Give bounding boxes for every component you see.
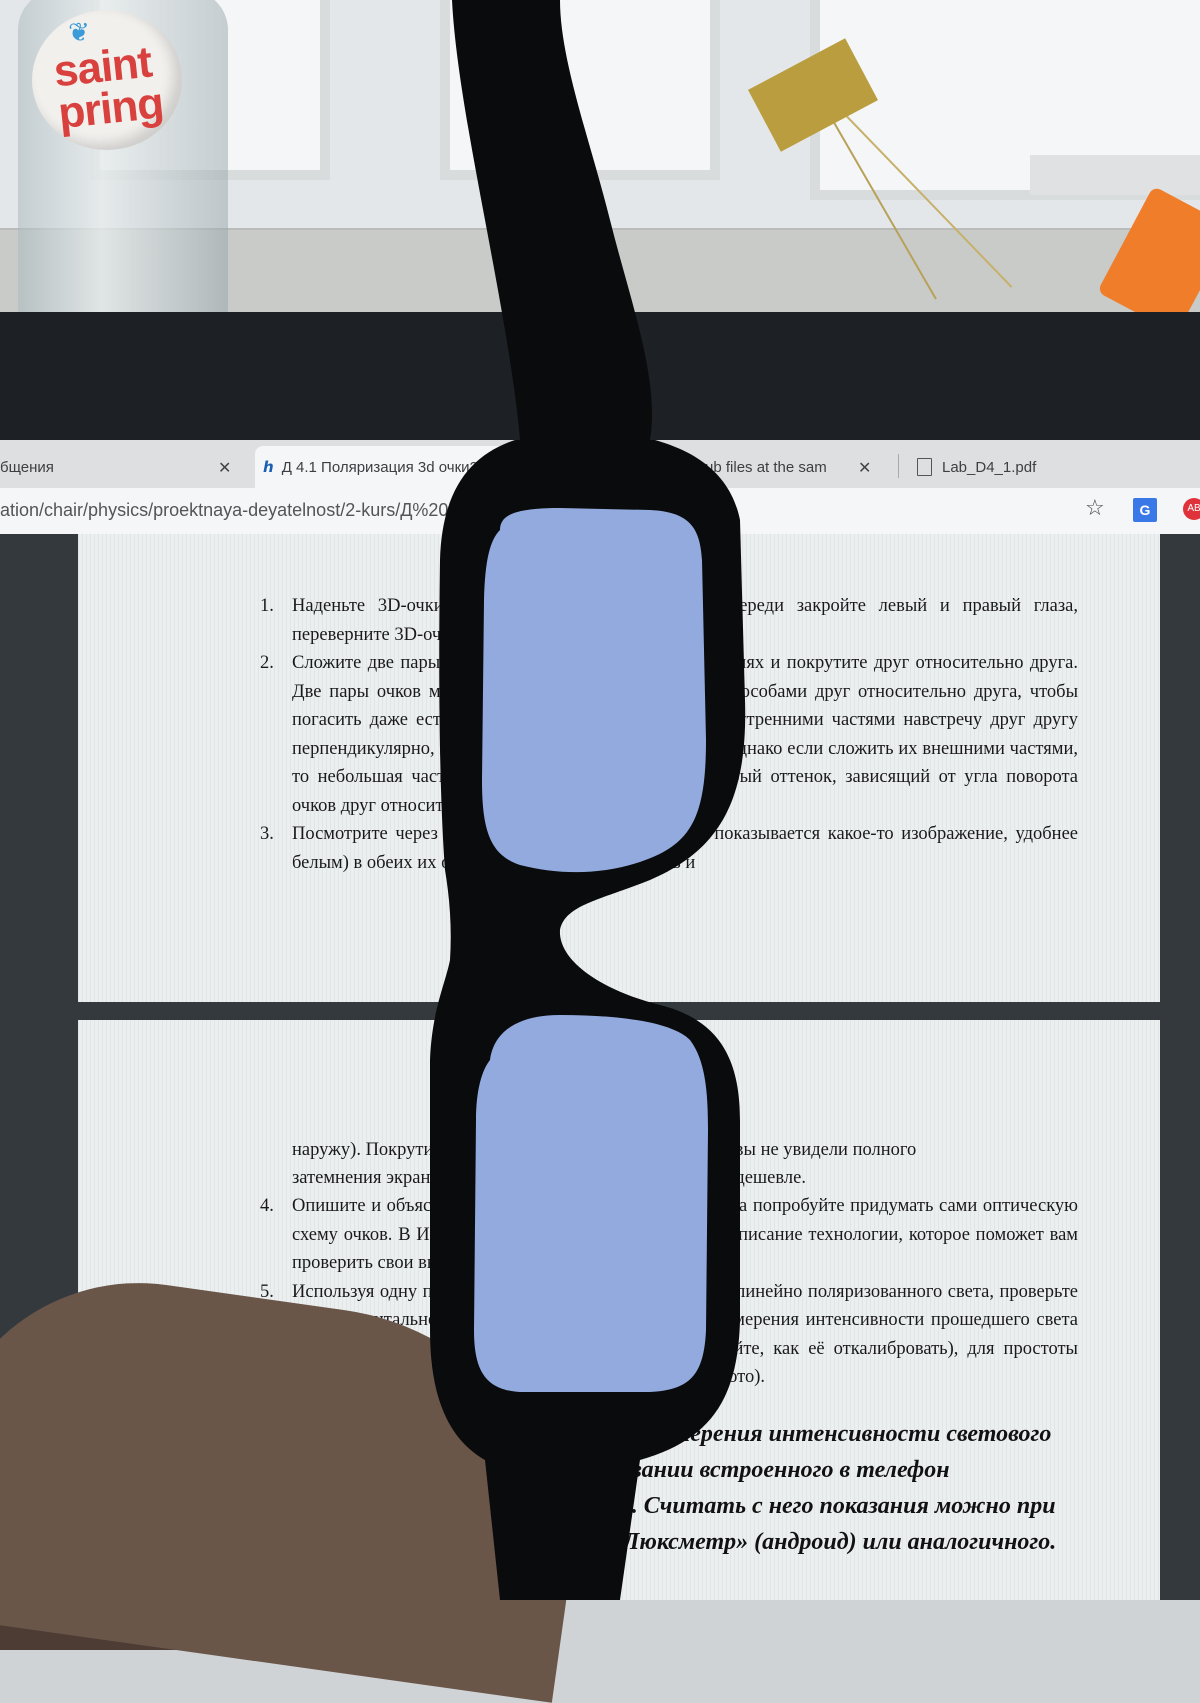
pdf-page: Задание 1. Наденьте 3D-очки. Посмотритес… — [78, 534, 1160, 1002]
browser-tab[interactable]: e sub files at the sam ✕ — [590, 446, 890, 488]
distant-building — [1030, 155, 1200, 195]
document-heading: Задание — [634, 550, 704, 571]
tab-title: бщения — [0, 458, 54, 476]
tab-title: e sub files at the sam — [685, 458, 827, 476]
task-item: 1. Наденьте 3D-очки. Посмотритесь в зерк… — [78, 592, 1078, 649]
close-icon[interactable]: ✕ — [218, 458, 231, 477]
address-bar[interactable]: ation/chair/physics/proektnaya-deyatelno… — [0, 488, 1200, 534]
task-text: Сложите две пары 3D-очков вместе в разны… — [292, 653, 1078, 816]
text-line: затемнения экрана, значит вам нужно поис… — [292, 1168, 806, 1188]
task-number: 4. — [260, 1196, 274, 1216]
star-icon[interactable]: ☆ — [1085, 496, 1105, 521]
browser-tab[interactable]: Lab_D4_1.pdf — [905, 446, 1105, 488]
task-item: 4. Опишите и объясните наблюдаемые явлен… — [78, 1192, 1078, 1278]
site-favicon-icon: h — [263, 458, 274, 476]
tab-title: Lab_D4_1.pdf — [942, 458, 1037, 476]
translate-icon[interactable]: G — [1133, 498, 1157, 522]
url-text[interactable]: ation/chair/physics/proektnaya-deyatelno… — [0, 500, 670, 521]
task-number: 2. — [260, 653, 274, 673]
browser-tab-bar: бщения ✕ h Д 4.1 Поляризация 3d очки2 e … — [0, 440, 1200, 488]
bottle-logo-line: pring — [55, 78, 166, 139]
bottle-label: ❦ saint pring — [32, 10, 182, 150]
adblock-icon[interactable]: AB — [1183, 498, 1200, 520]
task-number: 3. — [260, 824, 274, 844]
file-icon — [917, 458, 932, 476]
room-background: ❦ saint pring — [0, 0, 1200, 330]
browser-tab-active[interactable]: h Д 4.1 Поляризация 3d очки2 — [255, 446, 585, 488]
task-text: Посмотрите через очки на LCD-экран (на к… — [292, 824, 1078, 873]
task-text: Опишите и объясните наблюдаемые явления.… — [292, 1196, 1078, 1273]
task-list: 1. Наденьте 3D-очки. Посмотритесь в зерк… — [78, 592, 1078, 877]
tab-title: Д 4.1 Поляризация 3d очки2 — [281, 458, 478, 476]
water-bottle: ❦ saint pring — [18, 0, 228, 320]
close-icon[interactable]: ✕ — [858, 458, 871, 477]
task-text: Наденьте 3D-очки. Посмотритесь в зеркало… — [292, 596, 1078, 645]
task-item: 3. Посмотрите через очки на LCD-экран (н… — [78, 820, 1078, 877]
browser-tab[interactable]: бщения ✕ — [0, 446, 245, 488]
bottle-logo: saint pring — [51, 38, 166, 139]
text-line: наружу). Покрутите их. Если ни в одной и… — [292, 1140, 917, 1160]
task-item: 2. Сложите две пары 3D-очков вместе в ра… — [78, 649, 1078, 820]
tab-separator — [898, 454, 899, 478]
task-number: 1. — [260, 596, 274, 616]
window-pane — [440, 0, 720, 180]
